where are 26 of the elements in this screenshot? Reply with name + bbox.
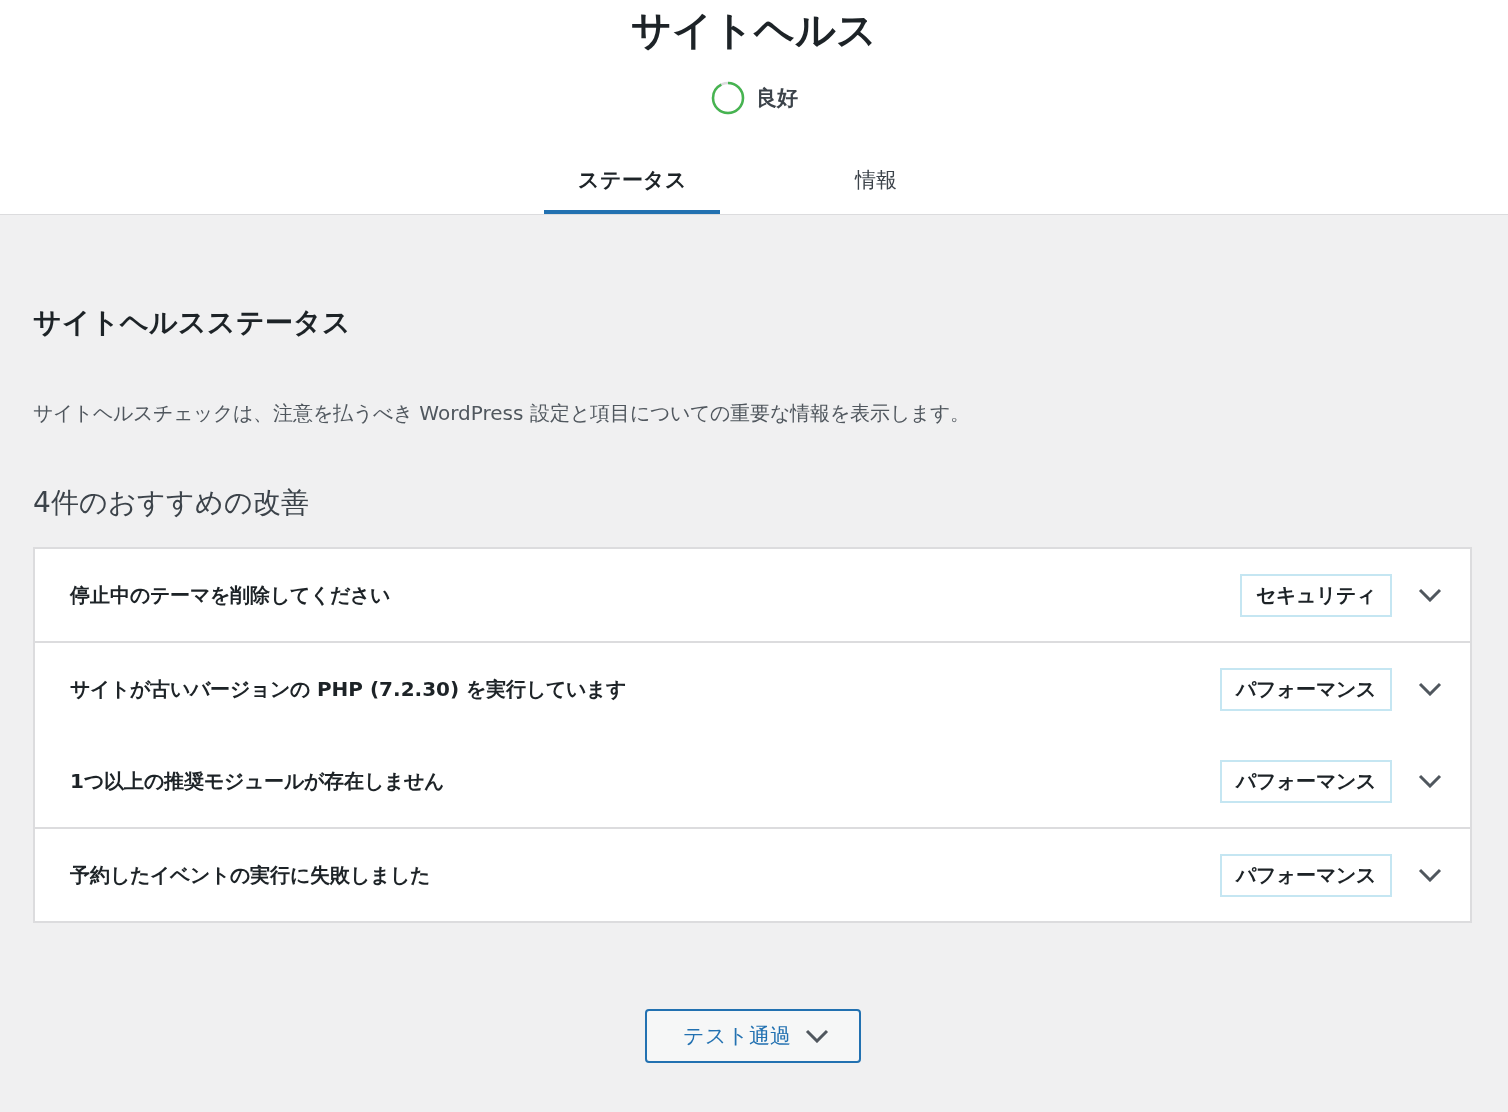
status-label: 良好	[756, 85, 798, 112]
issue-title: 予約したイベントの実行に失敗しました	[70, 861, 431, 889]
issue-row[interactable]: 1つ以上の推奨モジュールが存在しません パフォーマンス	[35, 735, 1470, 827]
issue-row[interactable]: 停止中のテーマを削除してください セキュリティ	[35, 549, 1470, 641]
category-badge: セキュリティ	[1240, 573, 1392, 617]
tab[interactable]: 情報	[788, 140, 964, 214]
chevron-icon	[1418, 588, 1442, 602]
chevron-icon	[1418, 868, 1442, 882]
section-description: サイトヘルスチェックは、注意を払うべき WordPress 設定と項目についての重要な情報を表示します。	[33, 400, 971, 427]
page-title: サイトヘルス	[630, 6, 878, 55]
issue-row[interactable]: サイトが古いバージョンの PHP (7.2.30) を実行しています パフォーマンス	[35, 643, 1470, 735]
chevron-icon	[804, 1029, 829, 1043]
chevron-icon	[1418, 774, 1442, 788]
improvements-count: 4件のおすすめの改善	[33, 485, 310, 521]
section-title: サイトヘルスステータス	[33, 305, 352, 341]
chevron-icon	[1418, 682, 1442, 696]
tab[interactable]: ステータス	[544, 140, 720, 214]
passed-tests-button[interactable]: テスト通過	[644, 1009, 861, 1063]
category-badge: パフォーマンス	[1220, 667, 1392, 711]
category-badge: パフォーマンス	[1220, 853, 1392, 897]
issue-title: サイトが古いバージョンの PHP (7.2.30) を実行しています	[70, 675, 628, 703]
issue-title: 停止中のテーマを削除してください	[70, 581, 391, 609]
issue-row[interactable]: 予約したイベントの実行に失敗しました パフォーマンス	[35, 829, 1470, 921]
category-badge: パフォーマンス	[1220, 759, 1392, 803]
issue-title: 1つ以上の推奨モジュールが存在しません	[70, 767, 445, 795]
ring-icon	[710, 80, 746, 116]
